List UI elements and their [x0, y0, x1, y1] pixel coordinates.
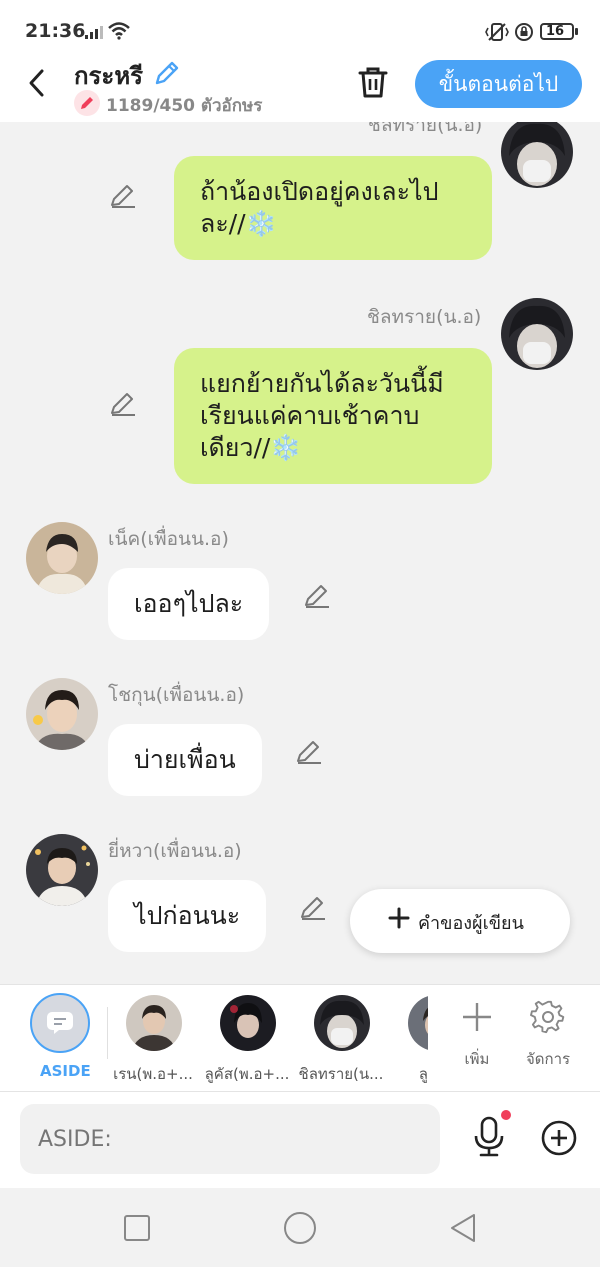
edit-message-icon[interactable] — [302, 580, 332, 610]
edit-message-icon[interactable] — [108, 180, 138, 210]
top-header: กระหรี 1189/450 ตัวอักษร ขั้นตอนต่อไป — [0, 52, 600, 122]
signal-icon — [85, 26, 103, 39]
character-name: เรน(พ.อ+... — [113, 1065, 193, 1083]
input-bar — [0, 1092, 600, 1188]
char-count-text: 1189/450 ตัวอักษร — [106, 96, 263, 116]
chat-bubble-icon — [47, 1012, 73, 1034]
microphone-icon[interactable] — [470, 1116, 508, 1158]
edit-title-icon[interactable] — [152, 58, 182, 88]
battery-indicator: 16 — [540, 23, 578, 40]
character-name: ลูคัส(พ.อ+... — [204, 1065, 290, 1083]
home-icon[interactable] — [284, 1212, 316, 1244]
author-words-button[interactable]: คำของผู้เขียน — [350, 889, 570, 953]
character-avatar — [220, 995, 276, 1051]
pencil-badge-icon — [74, 90, 100, 116]
chat-area: ชิลทราย(น.อ) ถ้าน้องเปิดอยู่คงเละไปละ//❄… — [0, 122, 600, 984]
vibrate-icon — [485, 23, 509, 41]
edit-message-icon[interactable] — [294, 736, 324, 766]
edit-message-icon[interactable] — [298, 892, 328, 922]
sender-name: ชิลทราย(น.อ) — [368, 122, 483, 136]
message-bubble[interactable]: ถ้าน้องเปิดอยู่คงเละไปละ//❄️ — [174, 156, 492, 260]
sender-name: โชกุน(เพื่อนน.อ) — [108, 684, 245, 706]
next-step-button[interactable]: ขั้นตอนต่อไป — [415, 60, 582, 108]
message-bubble[interactable]: บ่ายเพื่อน — [108, 724, 262, 796]
back-triangle-icon[interactable] — [448, 1212, 478, 1244]
avatar — [501, 298, 573, 370]
rotation-lock-icon — [515, 23, 533, 41]
avatar — [26, 678, 98, 750]
character-avatar — [126, 995, 182, 1051]
sender-name: เน็ค(เพื่อนน.อ) — [108, 528, 229, 550]
sender-name: ยี่หวา(เพื่อนน.อ) — [108, 840, 242, 862]
add-label: เพิ่ม — [464, 1050, 490, 1068]
add-character-button[interactable]: เพิ่ม — [447, 999, 507, 1071]
message-bubble[interactable]: แยกย้ายกันได้ละวันนี้มีเรียนแค่คาบเช้าคา… — [174, 348, 492, 484]
character-list[interactable]: เรน(พ.อ+... ลูคัส(พ.อ+... ชิลทราย(น... ล… — [108, 985, 428, 1093]
avatar — [501, 122, 573, 188]
aside-character[interactable] — [30, 993, 90, 1053]
message-bubble[interactable]: เออๆไปละ — [108, 568, 270, 640]
status-bar: 21:36 16 — [0, 0, 600, 60]
character-name: ลูก้า( — [418, 1065, 428, 1083]
character-bar: ASIDE เรน(พ.อ+... ลูคัส(พ.อ+... ชิลทราย(… — [0, 984, 600, 1092]
add-circle-icon[interactable] — [540, 1119, 578, 1157]
avatar — [26, 834, 98, 906]
wifi-icon — [108, 22, 130, 40]
plus-icon — [463, 1003, 491, 1031]
status-time: 21:36 — [25, 20, 86, 42]
back-arrow-icon[interactable] — [22, 66, 52, 100]
message-input[interactable] — [20, 1104, 440, 1174]
manage-label: จัดการ — [525, 1050, 571, 1068]
character-avatar — [314, 995, 370, 1051]
sender-name: ชิลทราย(น.อ) — [367, 306, 482, 328]
edit-message-icon[interactable] — [108, 388, 138, 418]
plus-icon — [388, 907, 410, 929]
system-nav-bar — [0, 1188, 600, 1267]
trash-icon[interactable] — [356, 64, 390, 100]
notification-dot — [501, 1110, 511, 1120]
gear-icon — [530, 1000, 565, 1034]
manage-characters-button[interactable]: จัดการ — [518, 999, 578, 1071]
author-words-label: คำของผู้เขียน — [418, 913, 524, 934]
recents-icon[interactable] — [124, 1215, 150, 1241]
message-bubble[interactable]: ไปก่อนนะ — [108, 880, 267, 952]
character-avatar — [408, 995, 428, 1051]
avatar — [26, 522, 98, 594]
aside-label: ASIDE — [40, 1062, 91, 1080]
character-name: ชิลทราย(น... — [298, 1065, 384, 1083]
